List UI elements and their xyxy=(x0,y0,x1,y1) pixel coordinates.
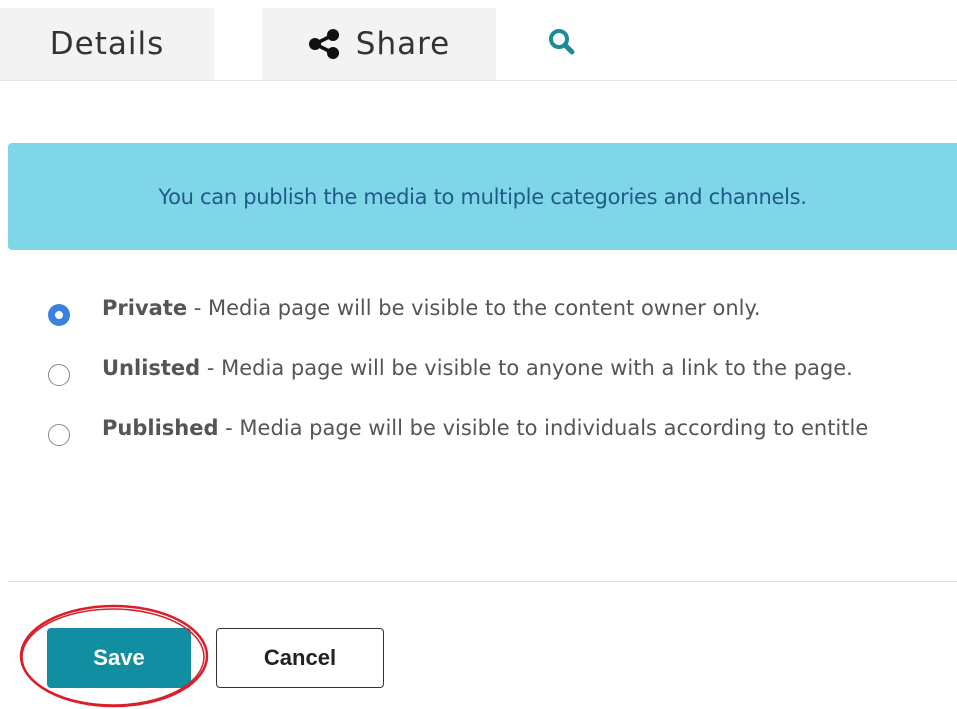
footer-divider xyxy=(8,581,957,582)
search-icon[interactable] xyxy=(542,22,582,62)
tab-details-label: Details xyxy=(49,26,165,62)
visibility-options: Private - Media page will be visible to … xyxy=(46,290,957,470)
option-private-label: Private - Media page will be visible to … xyxy=(102,296,761,320)
option-unlisted[interactable]: Unlisted - Media page will be visible to… xyxy=(46,350,957,410)
option-private-name: Private xyxy=(102,296,188,320)
option-private-description: - Media page will be visible to the cont… xyxy=(187,296,761,320)
info-banner-text: You can publish the media to multiple ca… xyxy=(158,184,807,209)
share-icon xyxy=(308,29,339,59)
option-published-description: - Media page will be visible to individu… xyxy=(218,416,869,440)
tab-share[interactable]: Share xyxy=(262,8,496,80)
radio-unlisted[interactable] xyxy=(48,364,70,386)
tab-bar: Details Share xyxy=(0,0,957,81)
radio-published[interactable] xyxy=(48,424,70,446)
save-button[interactable]: Save xyxy=(47,628,191,688)
tab-share-label: Share xyxy=(355,26,451,62)
option-private[interactable]: Private - Media page will be visible to … xyxy=(46,290,957,350)
tab-details[interactable]: Details xyxy=(0,8,214,80)
option-published-label: Published - Media page will be visible t… xyxy=(102,416,868,440)
option-published[interactable]: Published - Media page will be visible t… xyxy=(46,410,957,470)
option-unlisted-description: - Media page will be visible to anyone w… xyxy=(200,356,853,380)
option-unlisted-label: Unlisted - Media page will be visible to… xyxy=(102,356,853,380)
info-banner: You can publish the media to multiple ca… xyxy=(8,143,957,250)
cancel-button[interactable]: Cancel xyxy=(216,628,384,688)
publish-page: Details Share You can publish the media … xyxy=(0,0,957,709)
radio-private[interactable] xyxy=(48,304,70,326)
option-published-name: Published xyxy=(102,416,219,440)
option-unlisted-name: Unlisted xyxy=(102,356,201,380)
